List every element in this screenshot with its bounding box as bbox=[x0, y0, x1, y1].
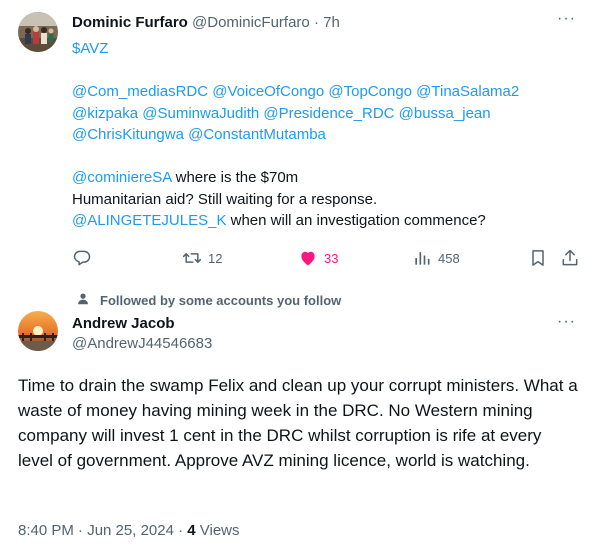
bookmark-icon bbox=[528, 248, 548, 268]
mentions-line-1[interactable]: @Com_mediasRDC @VoiceOfCongo @TopCongo @… bbox=[72, 83, 519, 100]
main-author-avatar[interactable] bbox=[18, 311, 58, 351]
reply-more-button[interactable]: ··· bbox=[557, 10, 576, 28]
timestamp[interactable]: 8:40 PM · Jun 25, 2024 · bbox=[18, 522, 187, 539]
main-more-button[interactable]: ··· bbox=[557, 313, 576, 331]
views-icon bbox=[412, 248, 432, 268]
cashtag-link[interactable]: $AVZ bbox=[72, 40, 108, 57]
views-button[interactable]: 458 bbox=[412, 248, 460, 268]
reply-author-handle[interactable]: @DominicFurfaro bbox=[192, 14, 310, 31]
reply-tweet: Dominic Furfaro @DominicFurfaro · 7h ···… bbox=[0, 0, 598, 287]
reply-line-6-text: when will an investigation commence? bbox=[226, 212, 486, 229]
reply-separator: · bbox=[313, 14, 319, 31]
reply-action-bar: 12 33 458 bbox=[72, 248, 580, 270]
mention-alingetejules[interactable]: @ALINGETEJULES_K bbox=[72, 212, 226, 229]
reply-line-5-text: Humanitarian aid? Still waiting for a re… bbox=[72, 190, 378, 208]
reply-header: Dominic Furfaro @DominicFurfaro · 7h bbox=[72, 13, 340, 33]
retweet-count: 12 bbox=[208, 250, 223, 266]
social-context: Followed by some accounts you follow bbox=[76, 292, 341, 309]
main-tweet-text: Time to drain the swamp Felix and clean … bbox=[18, 376, 578, 470]
social-context-text: Followed by some accounts you follow bbox=[100, 293, 342, 308]
like-count: 33 bbox=[324, 250, 339, 266]
reply-author-name[interactable]: Dominic Furfaro bbox=[72, 14, 188, 31]
main-author-name[interactable]: Andrew Jacob bbox=[72, 314, 212, 334]
main-author-handle[interactable]: @AndrewJ44546683 bbox=[72, 334, 212, 354]
views-label: Views bbox=[195, 522, 240, 539]
reply-text: $AVZ @Com_mediasRDC @VoiceOfCongo @TopCo… bbox=[72, 38, 577, 232]
share-icon bbox=[560, 248, 580, 268]
reply-author-avatar[interactable] bbox=[18, 12, 58, 52]
heart-icon bbox=[298, 248, 318, 268]
main-tweet-meta: 8:40 PM · Jun 25, 2024 · 4 Views bbox=[18, 522, 240, 539]
reply-time[interactable]: 7h bbox=[323, 14, 340, 31]
mentions-line-3[interactable]: @ChrisKitungwa @ConstantMutamba bbox=[72, 126, 326, 143]
retweet-button[interactable]: 12 bbox=[182, 248, 222, 268]
main-author-block: Andrew Jacob @AndrewJ44546683 bbox=[72, 314, 212, 354]
main-views-count: 4 bbox=[187, 522, 196, 539]
main-tweet: Followed by some accounts you follow And… bbox=[0, 287, 598, 557]
share-button[interactable] bbox=[560, 248, 580, 268]
mentions-line-2[interactable]: @kizpaka @SuminwaJudith @Presidence_RDC … bbox=[72, 105, 491, 122]
like-button[interactable]: 33 bbox=[298, 248, 338, 268]
retweet-icon bbox=[182, 248, 202, 268]
person-icon bbox=[76, 292, 100, 309]
views-count: 458 bbox=[438, 250, 460, 266]
reply-line-4-text: where is the $70m bbox=[171, 169, 299, 186]
mention-cominiere[interactable]: @cominiereSA bbox=[72, 169, 171, 186]
reply-icon bbox=[72, 248, 92, 268]
bookmark-button[interactable] bbox=[528, 248, 548, 268]
reply-button[interactable] bbox=[72, 248, 92, 268]
